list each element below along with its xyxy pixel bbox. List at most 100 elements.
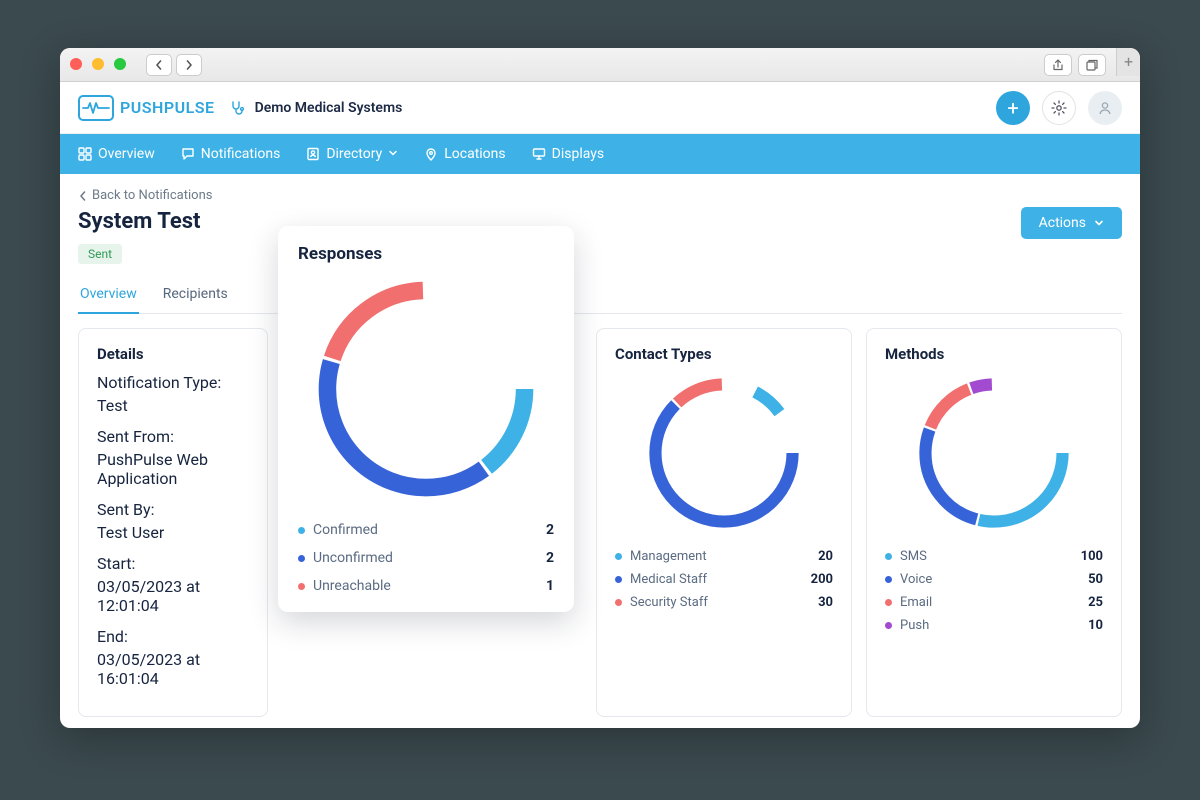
sent-by-value: Test User [97,523,249,542]
tab-overview[interactable]: Overview [78,278,139,314]
legend-dot-icon [615,576,622,583]
chevron-left-icon [78,191,88,201]
browser-window: + PUSHPULSE Demo Medical Systems + [60,48,1140,728]
page-title: System Test [78,209,200,234]
notification-type-label: Notification Type [97,373,249,392]
nav-label: Locations [444,146,505,162]
responses-donut [311,274,541,504]
legend-value: 100 [1081,549,1103,564]
actions-button[interactable]: Actions [1021,207,1122,239]
nav-label: Overview [98,146,155,162]
end-label: End [97,627,249,646]
legend-value: 30 [818,595,833,610]
share-icon [1052,59,1064,71]
window-controls[interactable] [70,55,132,74]
status-badge: Sent [78,244,122,264]
legend-dot-icon [885,599,892,606]
maximize-window-icon[interactable] [114,58,126,70]
legend-label: Medical Staff [630,572,707,587]
create-button[interactable]: + [996,91,1030,125]
tabs-button[interactable] [1078,54,1106,76]
settings-button[interactable] [1042,91,1076,125]
legend-dot-icon [615,599,622,606]
nav-label: Notifications [201,146,281,162]
nav-label: Displays [552,146,604,162]
nav-overview[interactable]: Overview [78,146,155,162]
org-name: Demo Medical Systems [255,100,403,116]
chevron-right-icon [184,60,194,70]
methods-legend: SMS 100 Voice50 Email 25 Push 10 [885,545,1103,637]
detail-tabs: Overview Recipients [78,278,1122,314]
legend-row: Unreachable1 [298,572,554,600]
page-content: Back to Notifications System Test Sent A… [60,174,1140,728]
legend-row: Management 20 [615,545,833,568]
contact-types-donut [644,373,804,533]
grid-icon [78,147,92,161]
browser-back-button[interactable] [146,54,172,76]
legend-value: 1 [546,578,554,594]
legend-label: Email [900,595,932,610]
legend-row: Push 10 [885,614,1103,637]
legend-label: Voice [900,572,932,587]
chevron-down-icon [388,146,398,162]
new-tab-button[interactable]: + [1116,48,1140,76]
responses-card: Responses Confirmed2Unconfirmed2Unreacha… [278,226,574,612]
monitor-icon [532,147,546,161]
legend-dot-icon [885,576,892,583]
legend-label: SMS [900,549,927,564]
legend-value: 200 [811,572,833,587]
main-nav: Overview Notifications Directory Locatio… [60,134,1140,174]
legend-value: 20 [818,549,833,564]
user-avatar[interactable] [1088,91,1122,125]
browser-titlebar: + [60,48,1140,82]
chat-icon [181,147,195,161]
legend-dot-icon [298,583,305,590]
back-link[interactable]: Back to Notifications [78,188,1122,203]
legend-label: Push [900,618,929,633]
details-card: Details Notification Type Test Sent From… [78,328,268,717]
brand-name: PUSHPULSE [120,98,215,117]
tabs-icon [1086,59,1098,71]
browser-forward-button[interactable] [176,54,202,76]
close-window-icon[interactable] [70,58,82,70]
contact-icon [306,147,320,161]
nav-locations[interactable]: Locations [424,146,505,162]
nav-label: Directory [326,146,382,162]
legend-row: Medical Staff 200 [615,568,833,591]
legend-row: Voice50 [885,568,1103,591]
sent-by-label: Sent By [97,500,249,519]
minimize-window-icon[interactable] [92,58,104,70]
legend-row: Confirmed2 [298,516,554,544]
org-switcher[interactable]: Demo Medical Systems [229,100,403,116]
methods-card: Methods SMS100Voice50Email25Push10 [866,328,1122,717]
tab-recipients[interactable]: Recipients [161,278,230,313]
sent-from-label: Sent From [97,427,249,446]
methods-donut [914,373,1074,533]
legend-label: Management [630,549,707,564]
nav-displays[interactable]: Displays [532,146,604,162]
pulse-icon [78,95,114,121]
legend-value: 25 [1088,595,1103,610]
legend-row: Security Staff 30 [615,591,833,614]
legend-value: 10 [1088,618,1103,633]
app-header: PUSHPULSE Demo Medical Systems + [60,82,1140,134]
app-logo[interactable]: PUSHPULSE [78,95,215,121]
legend-label: Security Staff [630,595,708,610]
chevron-left-icon [154,60,164,70]
nav-notifications[interactable]: Notifications [181,146,281,162]
responses-legend: Confirmed2Unconfirmed2Unreachable1 [298,516,554,600]
actions-button-label: Actions [1039,215,1086,231]
chevron-down-icon [1094,218,1104,228]
responses-title: Responses [298,244,554,264]
share-button[interactable] [1044,54,1072,76]
plus-icon: + [1007,96,1018,120]
legend-value: 2 [546,522,554,538]
stethoscope-icon [229,100,245,116]
contact-types-card: Contact Types Management20Medical Staff2… [596,328,852,717]
gear-icon [1051,100,1067,116]
legend-value: 2 [546,550,554,566]
end-value: 03/05/2023 at 16:01:04 [97,650,249,688]
legend-dot-icon [298,527,305,534]
legend-dot-icon [885,553,892,560]
nav-directory[interactable]: Directory [306,146,398,162]
